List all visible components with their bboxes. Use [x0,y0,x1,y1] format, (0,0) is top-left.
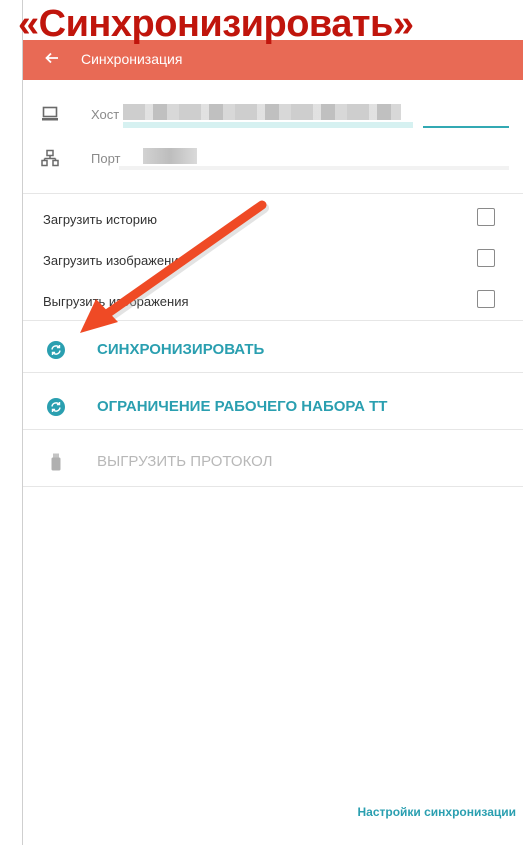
divider [23,193,523,194]
network-icon [41,149,59,167]
upload-images-checkbox[interactable] [477,290,495,308]
host-label: Хост [91,107,120,122]
checkbox-row-load-history[interactable]: Загрузить историю [23,200,523,240]
arrow-left-icon[interactable] [45,51,59,65]
port-label: Порт [91,151,121,166]
app-screen: Синхронизация Хост Порт Загрузить истори… [22,0,523,845]
usb-drive-icon [51,453,61,471]
checkbox-row-load-images[interactable]: Загрузить изображения [23,241,523,281]
checkbox-label: Загрузить историю [43,212,158,227]
load-images-checkbox[interactable] [477,249,495,267]
annotation-title: «Синхронизировать» [18,3,414,45]
checkbox-label: Загрузить изображения [43,253,186,268]
host-input[interactable] [123,104,401,120]
app-bar-title: Синхронизация [81,51,183,67]
checkbox-row-upload-images[interactable]: Выгрузить изображения [23,282,523,322]
load-history-checkbox[interactable] [477,208,495,226]
host-field-focus-line [423,126,509,128]
port-field-underline [119,166,509,170]
synchronize-button[interactable]: СИНХРОНИЗИРОВАТЬ [23,326,523,372]
synchronize-label: СИНХРОНИЗИРОВАТЬ [97,341,265,358]
divider [23,320,523,321]
sync-settings-link[interactable]: Настройки синхронизации [357,805,516,819]
limit-working-set-label: ОГРАНИЧЕНИЕ РАБОЧЕГО НАБОРА ТТ [97,398,388,415]
sync-icon [47,341,65,359]
port-field-row[interactable]: Порт [23,136,523,182]
divider [23,486,523,487]
divider [23,429,523,430]
sync-icon [47,398,65,416]
port-input[interactable] [143,148,197,164]
laptop-icon [42,106,58,121]
checkbox-label: Выгрузить изображения [43,294,189,309]
host-field-underline [123,122,413,128]
host-field-row[interactable]: Хост [23,92,523,138]
limit-working-set-button[interactable]: ОГРАНИЧЕНИЕ РАБОЧЕГО НАБОРА ТТ [23,383,523,429]
upload-protocol-label: ВЫГРУЗИТЬ ПРОТОКОЛ [97,453,273,470]
divider [23,372,523,373]
upload-protocol-button: ВЫГРУЗИТЬ ПРОТОКОЛ [23,438,523,484]
